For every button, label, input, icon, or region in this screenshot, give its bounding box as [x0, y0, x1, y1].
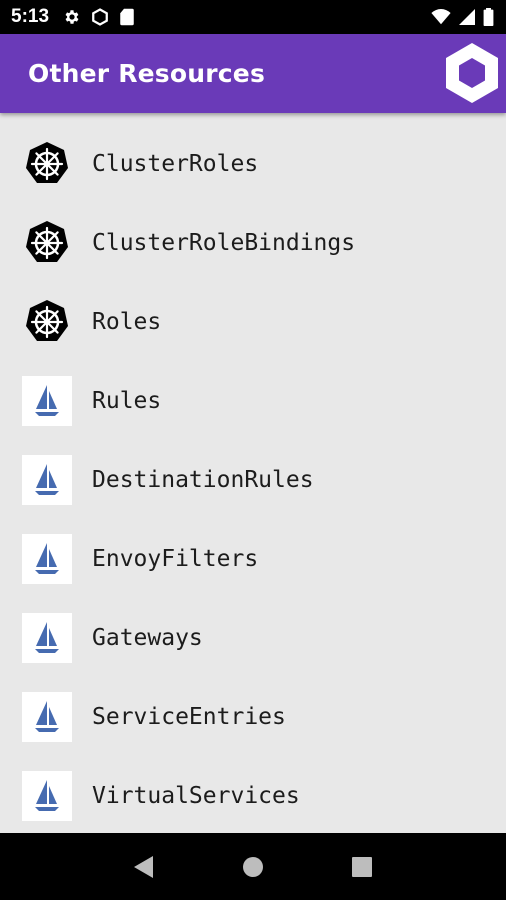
- app-bar: Other Resources: [0, 34, 506, 113]
- list-item-rules[interactable]: Rules: [0, 361, 506, 440]
- back-icon[interactable]: [124, 847, 164, 887]
- list-item-label: ServiceEntries: [92, 703, 286, 730]
- wifi-icon: [431, 9, 451, 25]
- istio-sail-icon: [22, 691, 72, 742]
- list-item-clusterrolebindings[interactable]: ClusterRoleBindings: [0, 203, 506, 282]
- list-item-label: DestinationRules: [92, 466, 314, 493]
- hexagon-logo-icon[interactable]: [444, 41, 500, 105]
- list-item-roles[interactable]: Roles: [0, 282, 506, 361]
- istio-sail-icon: [22, 454, 72, 505]
- status-icons-right: [431, 8, 494, 26]
- resource-list: ClusterRoles ClusterRoleBindings Roles R…: [0, 113, 506, 833]
- kubernetes-helm-icon: [22, 139, 72, 189]
- list-item-label: ClusterRoleBindings: [92, 229, 356, 256]
- list-item-label: Roles: [92, 308, 162, 335]
- hexagon-icon: [91, 8, 109, 26]
- status-time: 5:13: [11, 6, 50, 27]
- navigation-bar: [0, 833, 506, 900]
- list-item-label: Rules: [92, 387, 162, 414]
- list-item-serviceentries[interactable]: ServiceEntries: [0, 677, 506, 756]
- list-item-destinationrules[interactable]: DestinationRules: [0, 440, 506, 519]
- home-icon[interactable]: [233, 847, 273, 887]
- list-item-label: ClusterRoles: [92, 150, 259, 177]
- status-bar: 5:13: [0, 0, 506, 34]
- battery-icon: [483, 8, 494, 26]
- kubernetes-helm-icon: [22, 218, 72, 268]
- list-item-label: EnvoyFilters: [92, 545, 259, 572]
- signal-icon: [459, 9, 475, 25]
- recents-icon[interactable]: [342, 847, 382, 887]
- istio-sail-icon: [22, 612, 72, 663]
- list-item-virtualservices[interactable]: VirtualServices: [0, 756, 506, 835]
- list-item-clusterroles[interactable]: ClusterRoles: [0, 124, 506, 203]
- istio-sail-icon: [22, 375, 72, 426]
- istio-sail-icon: [22, 770, 72, 821]
- page-title: Other Resources: [28, 59, 266, 88]
- list-item-gateways[interactable]: Gateways: [0, 598, 506, 677]
- sd-card-icon: [119, 8, 135, 26]
- gear-icon: [63, 8, 81, 26]
- list-item-envoyfilters[interactable]: EnvoyFilters: [0, 519, 506, 598]
- list-item-label: VirtualServices: [92, 782, 300, 809]
- istio-sail-icon: [22, 533, 72, 584]
- kubernetes-helm-icon: [22, 297, 72, 347]
- list-item-label: Gateways: [92, 624, 203, 651]
- status-icons-left: [63, 8, 135, 26]
